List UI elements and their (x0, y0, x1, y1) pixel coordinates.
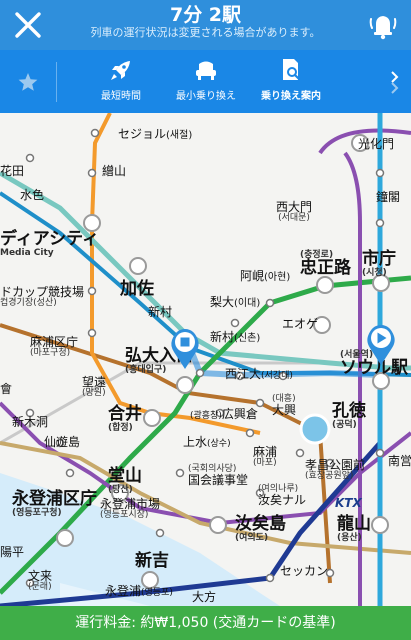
station-gongdeok[interactable]: 孔徳 (공덕) (332, 402, 366, 430)
station-gwangheungchang[interactable]: (광흥창)広興倉 (190, 408, 258, 421)
station-susaek[interactable]: 水色 (20, 189, 44, 202)
station-sicheong[interactable]: 市庁 (시청) (362, 250, 396, 278)
station-hyochang[interactable]: 孝昌公園前 (효창공원앞) (305, 459, 365, 481)
service-notice: 列車の運行状況は変更される場合があります。 (90, 26, 321, 39)
play-triangle-icon (367, 325, 395, 365)
station-seonyudo[interactable]: 仙遊島 (44, 436, 80, 449)
option-fastest-label: 最短時間 (101, 91, 141, 102)
station-saetgang[interactable]: セッカン (280, 565, 328, 578)
station-daebang[interactable]: 大方 (192, 591, 216, 604)
transfer-hongik[interactable] (176, 376, 194, 394)
station-seodaemun[interactable]: 西大門 (서대문) (276, 201, 312, 223)
bell-alert-icon (369, 16, 397, 40)
origin-pin[interactable] (170, 328, 200, 370)
route-option-toolbar: 最短時間 最小乗り換え 乗り換え案内 (0, 50, 411, 113)
transfer-yongsan[interactable] (371, 516, 389, 534)
favorite-button[interactable] (0, 50, 56, 113)
station-ahyeon[interactable]: 阿峴(아현) (240, 270, 290, 284)
station-seogang[interactable]: 西江大(서강대) (225, 368, 293, 381)
option-fewest-transfers-label: 最小乗り換え (176, 91, 236, 102)
chevron-right-icon (391, 71, 399, 94)
station-hwajeon[interactable]: 花田 (0, 165, 24, 178)
station-mapo-gu[interactable]: 麻浦区庁 (마포구청) (30, 336, 78, 358)
station-jeungsan[interactable]: 繒山 (102, 165, 126, 178)
station-hapjeong[interactable]: 合井 (합정) (108, 405, 142, 433)
station-gwanghwamun[interactable]: 光化門 (358, 138, 394, 151)
station-daeheung[interactable]: (대흥) 大興 (272, 394, 296, 417)
station-chungjeongno[interactable]: (충정로) 忠正路 (300, 250, 351, 278)
transfer-chungjeongno[interactable] (316, 276, 334, 294)
seat-icon (196, 61, 216, 80)
more-options-button[interactable] (379, 50, 411, 113)
alert-button[interactable] (363, 5, 403, 45)
station-yeongdeungpo-gu[interactable]: 永登浦区庁 (영등포구청) (12, 490, 97, 518)
toolbar-divider (56, 62, 57, 102)
route-map-screen: 7分 2駅 列車の運行状況は変更される場合があります。 最短時間 最小乗り換え … (0, 0, 411, 640)
transfer-gajwa[interactable] (129, 257, 147, 275)
destination-pin[interactable] (366, 324, 396, 366)
station-yongsan[interactable]: 龍山 (용산) (337, 515, 371, 543)
station-yeouinaru[interactable]: (여의나루) 汝矣ナル (258, 484, 306, 507)
ktx-mark: KTX (335, 496, 362, 510)
station-yeongdeungpo[interactable]: 永登浦(영등포) (105, 585, 173, 598)
search-document-icon (283, 59, 301, 81)
subway-map[interactable]: セジョル(새절) 繒山 花田 水色 ディアシティ Media City ドカップ競… (0, 113, 411, 606)
transfer-yeongdeungpo-gu[interactable] (56, 529, 74, 547)
option-fastest[interactable]: 最短時間 (88, 50, 154, 113)
option-transfer-guide[interactable]: 乗り換え案内 (252, 50, 330, 113)
option-fewest-transfers[interactable]: 最小乗り換え (168, 50, 244, 113)
option-transfer-guide-label: 乗り換え案内 (261, 91, 321, 102)
header-bar: 7分 2駅 列車の運行状況は変更される場合があります。 (0, 0, 411, 50)
station-dmc[interactable]: ディアシティ Media City (0, 230, 99, 258)
rocket-icon (111, 61, 130, 80)
close-button[interactable] (8, 5, 48, 45)
station-sinchon-rail[interactable]: 新村 (148, 306, 172, 319)
station-dangsan[interactable]: 堂山 (당산) (108, 467, 142, 495)
transfer-gongdeok[interactable] (299, 413, 331, 445)
route-summary-title: 7分 2駅 (169, 4, 242, 26)
station-yangpyeong[interactable]: 陽平 (0, 546, 24, 559)
station-mullae[interactable]: 文来 (문래) (28, 570, 52, 592)
station-mangwon[interactable]: 望遠 (망원) (82, 376, 106, 398)
star-icon (18, 73, 38, 91)
station-sinmok[interactable]: 新木洞 (12, 416, 48, 429)
station-yeouido[interactable]: 汝矣島 (여의도) (235, 515, 286, 543)
station-mapo[interactable]: 麻浦 (마포) (253, 446, 277, 468)
transfer-yeouido[interactable] (209, 516, 227, 534)
station-ewha[interactable]: 梨大(이대) (210, 296, 260, 310)
station-sinchon[interactable]: 新村(신촌) (210, 331, 260, 345)
transfer-hapjeong[interactable] (143, 409, 161, 427)
station-aeogae[interactable]: エオゲ (282, 318, 318, 331)
station-sejeol[interactable]: セジョル(새절) (118, 128, 192, 142)
station-namyeong[interactable]: 南営 (388, 455, 411, 468)
station-jonggak[interactable]: 鐘閣 (376, 191, 400, 204)
fare-banner: 運行料金: 約₩1,050 (交通カードの基準) (0, 606, 411, 640)
station-sangsu[interactable]: 上水(상수) (183, 436, 231, 449)
station-partial-left[interactable]: 會 (0, 383, 12, 396)
station-singil[interactable]: 新吉 (135, 552, 169, 571)
stop-square-icon (171, 329, 199, 369)
station-worldcup[interactable]: ドカップ競技場 컵경기장(성산) (0, 286, 84, 308)
station-gajwa[interactable]: 加佐 (120, 280, 154, 299)
station-yeongdeungpo-market[interactable]: 永登浦市場 (영등포시장) (100, 498, 160, 520)
close-icon (15, 12, 41, 38)
station-national-assembly[interactable]: (국회의사당) 国会議事堂 (188, 464, 248, 487)
